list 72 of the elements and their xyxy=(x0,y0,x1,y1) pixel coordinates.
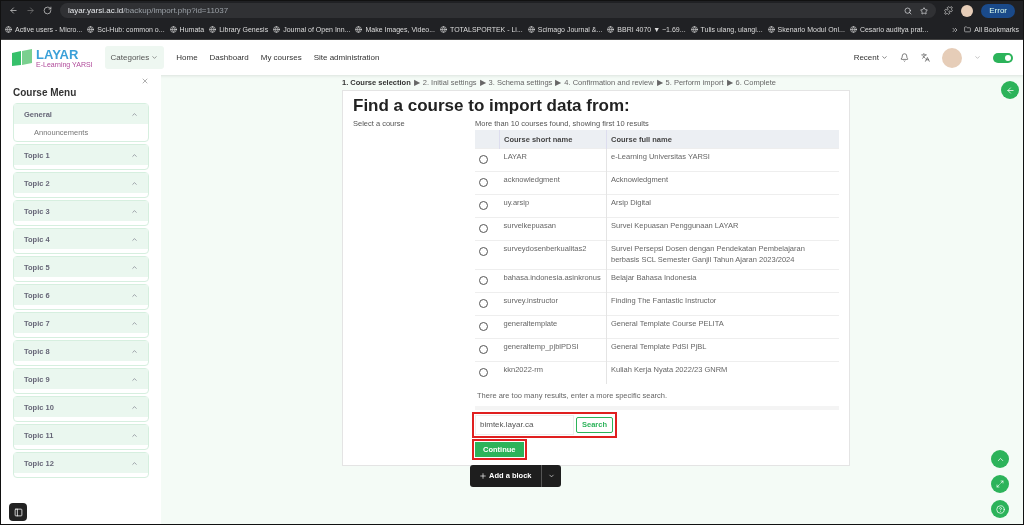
forward-icon[interactable] xyxy=(26,6,35,15)
extensions-icon[interactable] xyxy=(944,6,954,15)
radio-button[interactable] xyxy=(479,321,488,331)
arrow-left-icon xyxy=(1005,85,1015,95)
language-icon[interactable] xyxy=(921,53,930,62)
nav-link[interactable]: Site administration xyxy=(313,53,380,62)
globe-icon xyxy=(169,26,177,33)
chevrons-right-icon[interactable] xyxy=(951,25,960,34)
globe-icon xyxy=(5,26,12,33)
address-bar[interactable]: layar.yarsi.ac.id/backup/import.php?id=11037 xyxy=(60,3,937,18)
expand-icon xyxy=(996,480,1004,488)
sidebar-title: Course Menu xyxy=(13,87,78,98)
chevron-up-icon xyxy=(131,431,138,439)
page-heading: Find a course to import data from: xyxy=(353,96,631,116)
chevron-up-icon xyxy=(131,151,138,159)
bell-icon[interactable] xyxy=(900,53,909,62)
globe-icon xyxy=(273,26,281,33)
globe-icon xyxy=(440,26,447,33)
caret-icon xyxy=(881,54,888,61)
plus-icon xyxy=(479,471,487,480)
globe-icon xyxy=(690,26,698,33)
help-button[interactable] xyxy=(991,500,1009,518)
help-icon xyxy=(995,504,1005,514)
globe-icon xyxy=(87,26,95,33)
globe-icon xyxy=(527,26,535,33)
radio-button[interactable] xyxy=(479,224,488,233)
panel-icon xyxy=(13,507,23,517)
chevron-up-icon xyxy=(131,319,138,327)
caret-icon xyxy=(547,471,555,480)
star-icon[interactable] xyxy=(920,6,929,15)
chevron-up-icon xyxy=(131,263,138,271)
search-field[interactable]: bimtek.layar.ca xyxy=(475,414,574,435)
recent-dropdown[interactable]: Recent xyxy=(853,53,888,62)
search-icon[interactable] xyxy=(904,6,913,15)
globe-icon xyxy=(355,26,363,33)
back-arrow-button[interactable] xyxy=(1001,81,1019,99)
globe-icon xyxy=(209,26,217,33)
radio-button[interactable] xyxy=(479,344,488,354)
chevron-up-icon xyxy=(131,347,138,355)
nav-link[interactable]: Dashboard xyxy=(209,53,249,62)
categories-dropdown[interactable]: Categories xyxy=(104,46,165,69)
profile-error-button[interactable]: Error xyxy=(981,3,1015,18)
chevron-up-icon xyxy=(131,235,138,243)
panel-toggle-button[interactable] xyxy=(9,503,27,521)
radio-button[interactable] xyxy=(479,367,488,377)
reload-icon[interactable] xyxy=(43,6,52,15)
nav-link[interactable]: Home xyxy=(176,53,198,62)
chevron-up-icon xyxy=(131,291,138,299)
edit-mode-toggle[interactable] xyxy=(993,52,1013,63)
radio-button[interactable] xyxy=(479,275,488,285)
radio-button[interactable] xyxy=(479,247,488,256)
globe-icon xyxy=(607,26,615,33)
chevron-up-icon xyxy=(131,403,138,411)
scroll-up-button[interactable] xyxy=(991,450,1009,468)
chevron-up-icon xyxy=(131,375,138,383)
fullscreen-button[interactable] xyxy=(991,475,1009,493)
avatar[interactable] xyxy=(961,4,974,17)
chevron-up-icon xyxy=(131,110,138,118)
nav-link[interactable]: My courses xyxy=(260,53,302,62)
back-icon[interactable] xyxy=(9,6,18,15)
radio-button[interactable] xyxy=(479,201,488,210)
globe-icon xyxy=(849,26,857,33)
chevron-up-icon xyxy=(131,179,138,187)
chevron-up-icon xyxy=(131,459,138,467)
radio-button[interactable] xyxy=(479,155,488,164)
radio-button[interactable] xyxy=(479,298,488,308)
caret-icon xyxy=(151,54,159,61)
close-icon[interactable] xyxy=(141,77,149,85)
globe-icon xyxy=(767,26,775,33)
folder-icon xyxy=(964,26,972,33)
chevron-up-icon xyxy=(131,207,138,215)
radio-button[interactable] xyxy=(479,178,488,187)
